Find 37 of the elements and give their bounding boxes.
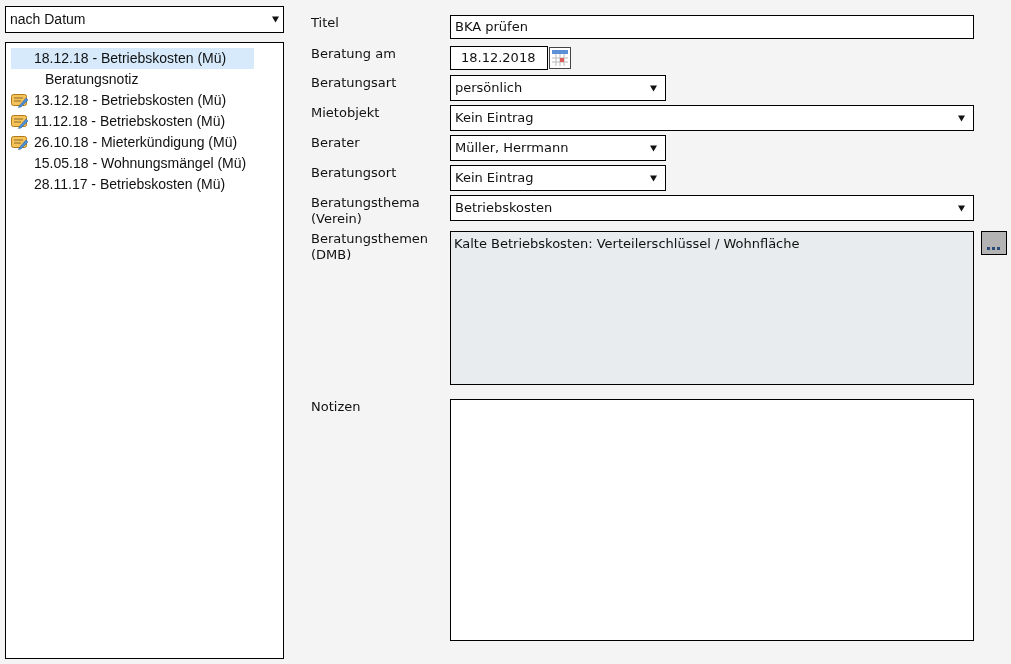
- tree-item[interactable]: 26.10.18 - Mieterkündigung (Mü): [11, 132, 240, 153]
- field-label: Beratungsart: [311, 75, 398, 92]
- tree-item[interactable]: 18.12.18 - Betriebskosten (Mü): [11, 48, 254, 69]
- note-pencil-icon: [11, 114, 28, 129]
- tree-item[interactable]: 15.05.18 - Wohnungsmängel (Mü): [11, 153, 249, 174]
- dropdown-caret-icon: [272, 16, 279, 23]
- topics-area: Kalte Betriebskosten: Verteilerschlüssel / Wohnfläche: [450, 231, 974, 385]
- tree-item[interactable]: 11.12.18 - Betriebskosten (Mü): [11, 111, 228, 132]
- sort-dropdown[interactable]: nach Datum: [5, 6, 284, 33]
- field-label: Beratung am: [311, 46, 397, 63]
- text-field[interactable]: BKA prüfen: [450, 15, 974, 39]
- field-label: Beratungsthema (Verein): [311, 195, 421, 227]
- dropdown-caret-icon: [650, 144, 657, 152]
- dropdown-caret-icon: [650, 174, 657, 182]
- calendar-icon[interactable]: [549, 47, 571, 69]
- dropdown-caret-icon: [958, 114, 965, 122]
- field-label: Beratungsort: [311, 165, 398, 182]
- note-pencil-icon: [11, 135, 28, 150]
- tree-item[interactable]: 28.11.17 - Betriebskosten (Mü): [11, 174, 228, 195]
- field-label: Mietobjekt: [311, 105, 381, 122]
- dropdown-select[interactable]: Kein Eintrag: [450, 165, 666, 191]
- field-label: Titel: [311, 15, 340, 32]
- dropdown-select[interactable]: Betriebskosten: [450, 195, 974, 221]
- tree-item[interactable]: 13.12.18 - Betriebskosten (Mü): [11, 90, 229, 111]
- tree-item[interactable]: Beratungsnotiz: [11, 69, 141, 90]
- field-label: Notizen: [311, 399, 362, 416]
- note-pencil-icon: [11, 93, 28, 108]
- dots-icon: [987, 247, 1001, 251]
- dropdown-select[interactable]: Müller, Herrmann: [450, 135, 666, 161]
- more-button[interactable]: [981, 231, 1007, 255]
- dropdown-caret-icon: [958, 204, 965, 212]
- dropdown-select[interactable]: Kein Eintrag: [450, 105, 974, 131]
- field-label: Beratungsthemen (DMB): [311, 231, 430, 264]
- dropdown-caret-icon: [650, 84, 657, 92]
- field-label: Berater: [311, 135, 361, 152]
- date-field[interactable]: 18.12.2018: [450, 46, 548, 70]
- dropdown-select[interactable]: persönlich: [450, 75, 666, 101]
